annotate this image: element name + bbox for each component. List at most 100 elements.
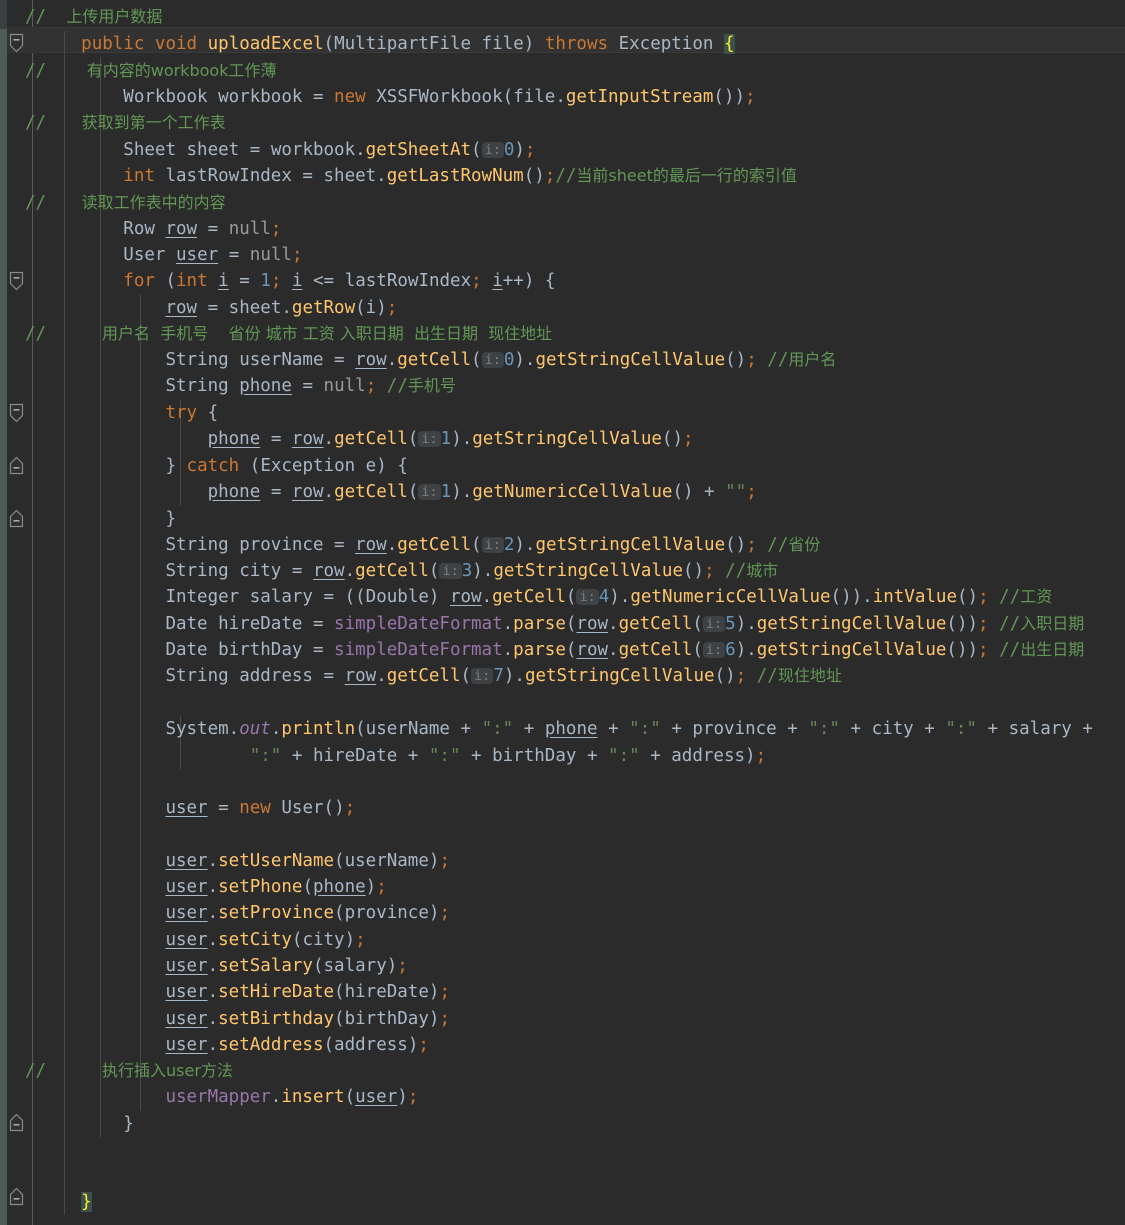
code-line[interactable]: user = new User();: [39, 795, 355, 821]
code-line[interactable]: // 用户名 手机号 省份 城市 工资 入职日期 出生日期 现住地址: [25, 321, 552, 347]
inlay-parameter-hint[interactable]: i:: [702, 616, 726, 632]
code-line[interactable]: String address = row.getCell(i: 7).getStr…: [39, 663, 841, 689]
code-token: =: [207, 219, 219, 239]
code-line[interactable]: phone = row.getCell(i: 1).getStringCellVa…: [39, 426, 694, 452]
code-line[interactable]: user.setPhone(phone);: [39, 874, 386, 900]
code-token: getSheetAt: [365, 140, 472, 160]
code-line[interactable]: }: [39, 1189, 92, 1215]
fold-collapse-end-icon[interactable]: [7, 508, 26, 530]
inlay-parameter-hint[interactable]: i:: [576, 589, 599, 605]
code-token: getNumericCellValue: [630, 587, 831, 607]
inlay-parameter-hint[interactable]: i:: [702, 642, 726, 658]
code-line[interactable]: }: [39, 1111, 134, 1137]
code-token: ;: [746, 535, 757, 555]
inlay-parameter-hint[interactable]: i:: [481, 142, 504, 158]
code-line[interactable]: Date hireDate = simpleDateFormat.parse(r…: [39, 611, 1084, 637]
code-line[interactable]: user.setHireDate(hireDate);: [39, 979, 450, 1005]
code-token: =: [334, 535, 345, 555]
code-token: //: [25, 113, 47, 133]
code-line[interactable]: } catch (Exception e) {: [39, 453, 407, 479]
code-token: ;: [735, 666, 747, 686]
code-token: userName: [365, 719, 461, 739]
code-line[interactable]: System.out.println(userName + ":" + phon…: [39, 716, 1092, 742]
fold-collapse-start-icon[interactable]: [7, 32, 26, 54]
code-token: ;: [270, 219, 282, 239]
code-line[interactable]: row = sheet.getRow(i);: [39, 295, 397, 321]
code-line[interactable]: ":" + hireDate + ":" + birthDay + ":" + …: [39, 743, 766, 769]
code-token: String: [165, 561, 229, 581]
code-line[interactable]: User user = null;: [39, 242, 302, 268]
code-token: user: [165, 798, 208, 818]
code-line[interactable]: String userName = row.getCell(i: 0).getSt…: [39, 347, 836, 373]
code-token: ":": [608, 746, 640, 766]
code-line[interactable]: // 上传用户数据: [25, 4, 162, 30]
code-line[interactable]: Integer salary = ((Double) row.getCell(i…: [39, 584, 1052, 610]
inlay-parameter-hint[interactable]: i:: [418, 484, 441, 500]
code-token: 省份: [788, 535, 821, 554]
code-line[interactable]: user.setCity(city);: [39, 927, 365, 953]
code-token: (: [291, 930, 303, 950]
code-token: row: [576, 614, 609, 634]
code-line[interactable]: public void uploadExcel(MultipartFile fi…: [39, 31, 735, 57]
code-line[interactable]: String province = row.getCell(i: 2).getSt…: [39, 532, 820, 558]
code-line[interactable]: user.setSalary(salary);: [39, 953, 407, 979]
code-line[interactable]: // 执行插入user方法: [25, 1058, 233, 1084]
code-line[interactable]: String phone = null; //手机号: [39, 373, 455, 399]
code-token: }: [165, 509, 176, 529]
code-editor[interactable]: // 上传用户数据 public void uploadExcel(Multip…: [0, 0, 1125, 1225]
code-token: ).: [503, 666, 525, 686]
code-line[interactable]: user.setUserName(userName);: [39, 848, 450, 874]
code-token: 1: [440, 429, 452, 449]
code-token: 有内容的workbook工作薄: [46, 61, 277, 80]
fold-collapse-end-icon[interactable]: [7, 1186, 26, 1208]
code-line[interactable]: // 获取到第一个工作表: [25, 110, 226, 136]
code-line[interactable]: Workbook workbook = new XSSFWorkbook(fil…: [39, 84, 755, 110]
code-token: phone: [207, 482, 261, 502]
inlay-parameter-hint[interactable]: i:: [471, 668, 494, 684]
fold-gutter[interactable]: [7, 0, 39, 1225]
inlay-parameter-hint[interactable]: i:: [481, 537, 504, 553]
code-line[interactable]: int lastRowIndex = sheet.getLastRowNum()…: [39, 163, 797, 189]
code-line[interactable]: String city = row.getCell(i: 3).getString…: [39, 558, 778, 584]
inlay-parameter-hint[interactable]: i:: [418, 431, 441, 447]
fold-collapse-end-icon[interactable]: [7, 455, 26, 477]
code-line[interactable]: // 读取工作表中的内容: [25, 190, 226, 216]
code-token: ":": [428, 746, 461, 766]
code-line[interactable]: try {: [39, 400, 218, 426]
code-line[interactable]: phone = row.getCell(i: 1).getNumericCellV…: [39, 479, 757, 505]
inlay-parameter-hint[interactable]: i:: [439, 563, 462, 579]
code-line[interactable]: user.setAddress(address);: [39, 1032, 428, 1058]
code-line[interactable]: for (int i = 1; i <= lastRowIndex; i++) …: [39, 268, 555, 294]
code-token: ): [428, 1009, 440, 1029]
code-line[interactable]: // 有内容的workbook工作薄: [25, 58, 277, 84]
code-line[interactable]: user.setProvince(province);: [39, 900, 450, 926]
code-token: //: [756, 666, 778, 686]
fold-collapse-start-icon[interactable]: [7, 270, 26, 292]
fold-collapse-start-icon[interactable]: [7, 402, 26, 424]
code-text-area[interactable]: // 上传用户数据 public void uploadExcel(Multip…: [25, 0, 1125, 1225]
code-line[interactable]: }: [39, 506, 176, 532]
code-line[interactable]: Date birthDay = simpleDateFormat.parse(r…: [39, 637, 1084, 663]
code-token: setPhone: [218, 877, 303, 897]
code-line[interactable]: user.setBirthday(birthDay);: [39, 1006, 450, 1032]
code-token: user: [165, 956, 208, 976]
code-line[interactable]: Row row = null;: [39, 216, 281, 242]
code-token: getCell: [397, 535, 472, 555]
code-token: .: [270, 719, 282, 739]
code-token: setAddress: [218, 1035, 324, 1055]
code-token: (: [407, 482, 419, 502]
fold-collapse-end-icon[interactable]: [7, 1112, 26, 1134]
code-token: MultipartFile: [334, 34, 472, 54]
inlay-parameter-hint[interactable]: i:: [481, 352, 504, 368]
code-token: +: [608, 719, 619, 739]
code-line[interactable]: userMapper.insert(user);: [39, 1084, 418, 1110]
code-line[interactable]: Sheet sheet = workbook.getSheetAt(i: 0);: [39, 137, 535, 163]
code-token: try: [165, 403, 198, 423]
